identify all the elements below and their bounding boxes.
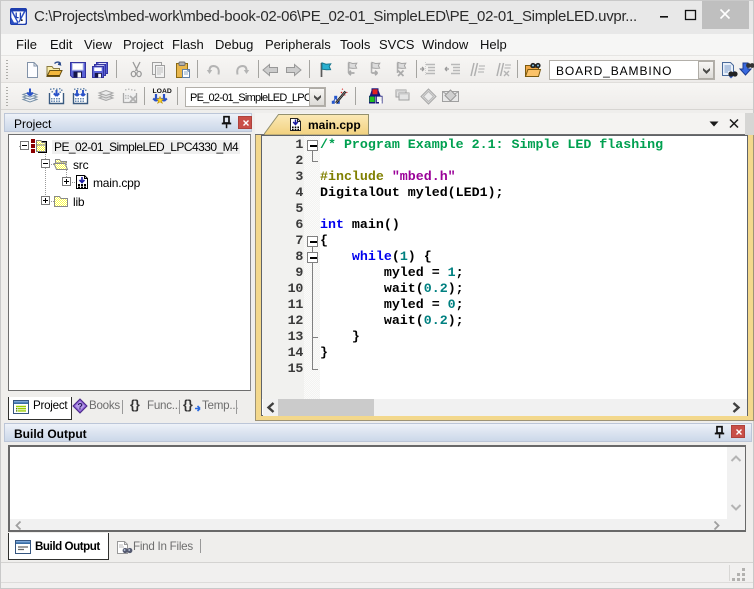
- svg-text:LOAD: LOAD: [153, 88, 172, 95]
- svg-text:?: ?: [77, 402, 82, 412]
